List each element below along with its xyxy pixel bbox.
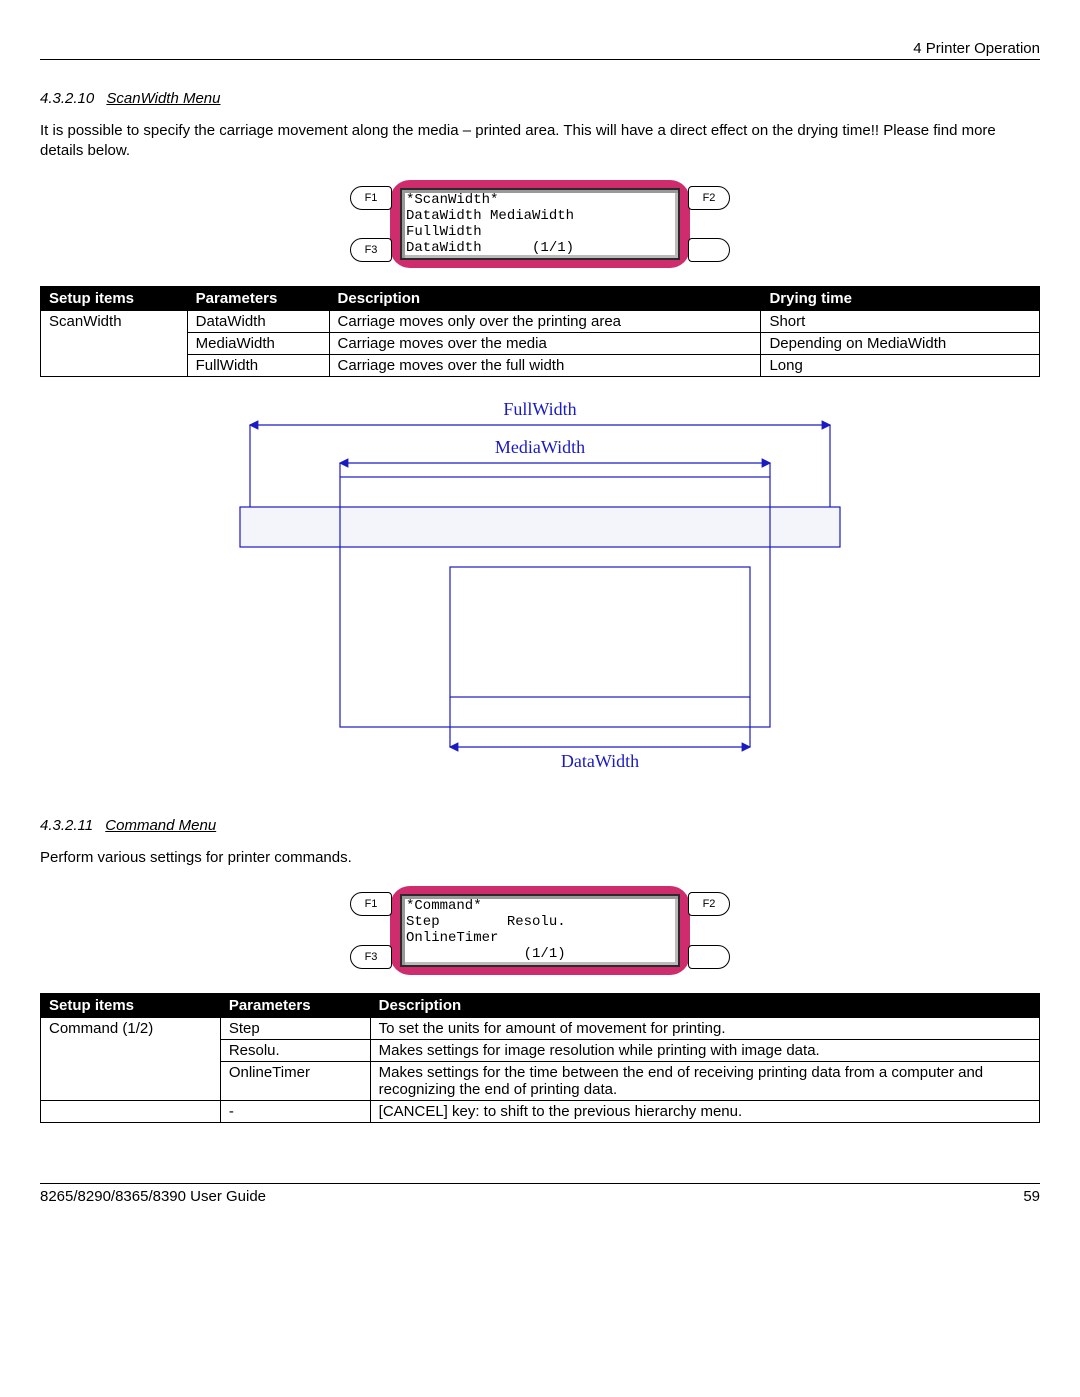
lcd-button-f2: F2 — [688, 892, 730, 916]
width-diagram: FullWidth MediaWidth DataWidth — [40, 397, 1040, 777]
th-parameters: Parameters — [220, 993, 370, 1017]
table-row: - [CANCEL] key: to shift to the previous… — [41, 1100, 1040, 1122]
page-footer: 8265/8290/8365/8390 User Guide 59 — [40, 1183, 1040, 1205]
cell-param: Resolu. — [220, 1039, 370, 1061]
table-row: FullWidth Carriage moves over the full w… — [41, 354, 1040, 376]
cell-param: DataWidth — [187, 310, 329, 332]
cell-setup-item: Command (1/2) — [41, 1017, 221, 1100]
section-heading-command: 4.3.2.11 Command Menu — [40, 817, 1040, 834]
cell-desc: Makes settings for the time between the … — [370, 1061, 1039, 1100]
lcd-button-f1: F1 — [350, 892, 392, 916]
cell-drying: Short — [761, 310, 1040, 332]
th-setup-items: Setup items — [41, 993, 221, 1017]
table-row: MediaWidth Carriage moves over the media… — [41, 332, 1040, 354]
lcd-button-f3: F3 — [350, 945, 392, 969]
diagram-label-fullwidth: FullWidth — [503, 399, 576, 419]
th-description: Description — [329, 286, 761, 310]
lcd-button-f3: F3 — [350, 238, 392, 262]
th-description: Description — [370, 993, 1039, 1017]
lcd-panel-command: F1 F2 F3 *Command* Step Resolu. OnlineTi… — [40, 886, 1040, 974]
section-number: 4.3.2.10 — [40, 90, 94, 107]
lcd-button-f4 — [688, 945, 730, 969]
footer-doc-title: 8265/8290/8365/8390 User Guide — [40, 1188, 266, 1205]
section-body: Perform various settings for printer com… — [40, 848, 1040, 868]
lcd-screen: *Command* Step Resolu. OnlineTimer (1/1) — [400, 894, 680, 966]
lcd-button-f2: F2 — [688, 186, 730, 210]
cell-param: OnlineTimer — [220, 1061, 370, 1100]
section-number: 4.3.2.11 — [40, 817, 93, 834]
table-scanwidth: Setup items Parameters Description Dryin… — [40, 286, 1040, 377]
page-header: 4 Printer Operation — [40, 40, 1040, 60]
cell-desc: [CANCEL] key: to shift to the previous h… — [370, 1100, 1039, 1122]
th-parameters: Parameters — [187, 286, 329, 310]
cell-drying: Depending on MediaWidth — [761, 332, 1040, 354]
section-body: It is possible to specify the carriage m… — [40, 121, 1040, 162]
lcd-panel-scanwidth: F1 F2 F3 *ScanWidth* DataWidth MediaWidt… — [40, 180, 1040, 268]
table-row: ScanWidth DataWidth Carriage moves only … — [41, 310, 1040, 332]
cell-desc: Makes settings for image resolution whil… — [370, 1039, 1039, 1061]
cell-setup-item — [41, 1100, 221, 1122]
section-title: ScanWidth Menu — [106, 90, 220, 107]
lcd-frame: F1 F2 F3 *ScanWidth* DataWidth MediaWidt… — [390, 180, 690, 268]
cell-param: MediaWidth — [187, 332, 329, 354]
table-row: Command (1/2) Step To set the units for … — [41, 1017, 1040, 1039]
lcd-button-f4 — [688, 238, 730, 262]
diagram-label-mediawidth: MediaWidth — [495, 437, 585, 457]
cell-desc: To set the units for amount of movement … — [370, 1017, 1039, 1039]
lcd-screen: *ScanWidth* DataWidth MediaWidth FullWid… — [400, 188, 680, 260]
cell-desc: Carriage moves over the media — [329, 332, 761, 354]
lcd-frame: F1 F2 F3 *Command* Step Resolu. OnlineTi… — [390, 886, 690, 974]
cell-desc: Carriage moves only over the printing ar… — [329, 310, 761, 332]
cell-setup-item: ScanWidth — [41, 310, 188, 376]
th-setup-items: Setup items — [41, 286, 188, 310]
cell-param: FullWidth — [187, 354, 329, 376]
diagram-label-datawidth: DataWidth — [561, 751, 639, 771]
cell-param: - — [220, 1100, 370, 1122]
table-command: Setup items Parameters Description Comma… — [40, 993, 1040, 1123]
lcd-button-f1: F1 — [350, 186, 392, 210]
table-header-row: Setup items Parameters Description Dryin… — [41, 286, 1040, 310]
section-heading-scanwidth: 4.3.2.10 ScanWidth Menu — [40, 90, 1040, 107]
cell-param: Step — [220, 1017, 370, 1039]
section-title: Command Menu — [105, 817, 216, 834]
cell-desc: Carriage moves over the full width — [329, 354, 761, 376]
table-header-row: Setup items Parameters Description — [41, 993, 1040, 1017]
chapter-label: 4 Printer Operation — [913, 40, 1040, 57]
footer-page-number: 59 — [1023, 1188, 1040, 1205]
th-drying-time: Drying time — [761, 286, 1040, 310]
cell-drying: Long — [761, 354, 1040, 376]
